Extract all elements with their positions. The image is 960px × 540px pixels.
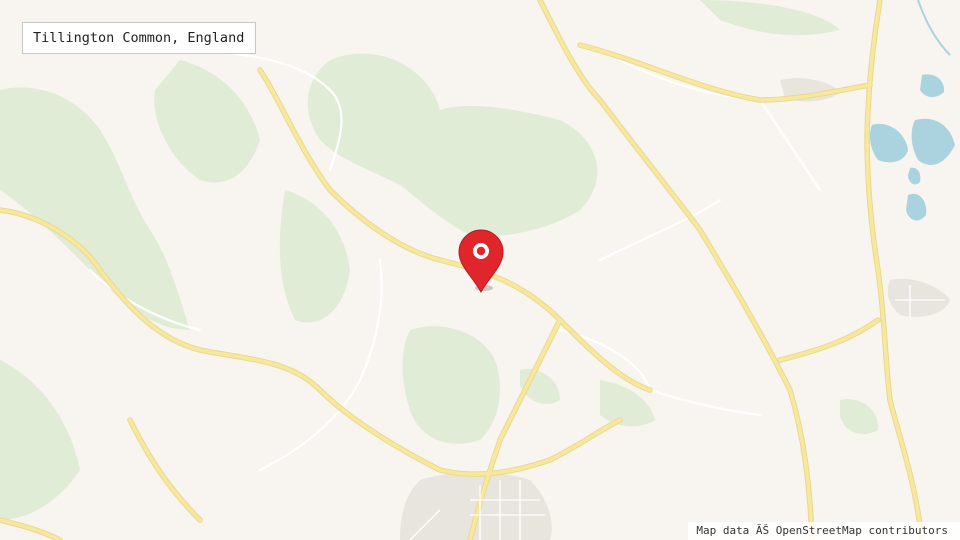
location-label: Tillington Common, England bbox=[22, 22, 257, 54]
map-attribution[interactable]: Map data ĂŠ OpenStreetMap contributors bbox=[688, 522, 960, 540]
town-area bbox=[400, 472, 552, 540]
map-canvas[interactable] bbox=[0, 0, 960, 540]
